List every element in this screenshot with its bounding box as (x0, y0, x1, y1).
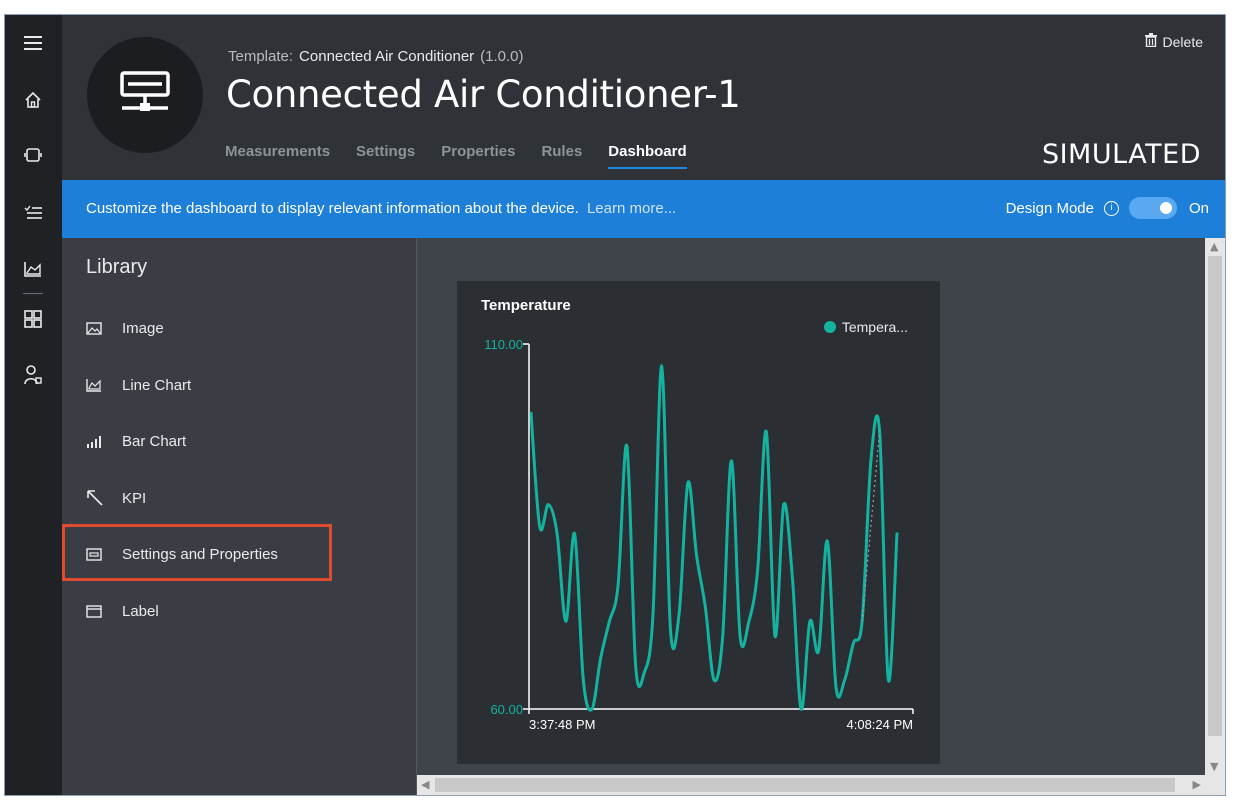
bar-chart-icon (86, 435, 108, 448)
y-tick-label: 60.00 (490, 702, 523, 717)
temperature-chart-tile[interactable]: Temperature Tempera... 110.00 60.00 3:37… (457, 281, 940, 764)
home-icon[interactable] (21, 88, 45, 112)
library-item-settings-properties[interactable]: Settings and Properties (86, 542, 278, 566)
library-item-label: Line Chart (122, 376, 192, 394)
dashboard-canvas[interactable]: Temperature Tempera... 110.00 60.00 3:37… (417, 238, 1225, 795)
line-chart-icon (86, 378, 108, 392)
design-mode-banner: Customize the dashboard to display relev… (62, 180, 1225, 238)
tab-rules[interactable]: Rules (541, 143, 582, 169)
library-title: Library (86, 256, 148, 278)
device-avatar (87, 37, 203, 153)
design-mode-label: Design Mode (1005, 199, 1094, 217)
tab-dashboard[interactable]: Dashboard (608, 143, 687, 169)
temperature-series-line[interactable] (529, 364, 899, 712)
library-item-kpi[interactable]: KPI (86, 486, 146, 510)
banner-text: Customize the dashboard to display relev… (86, 200, 579, 217)
library-item-label: Label (122, 602, 159, 620)
toggle-state-label: On (1188, 199, 1209, 217)
scroll-left-arrow[interactable]: ◀ (421, 778, 429, 791)
app-window: Template: Connected Air Conditioner (1.0.0… (4, 14, 1226, 796)
library-panel: Library Image Line Chart Bar Chart KPI S… (62, 238, 417, 795)
trash-icon (1144, 33, 1157, 50)
learn-more-link[interactable]: Learn more... (587, 200, 676, 217)
library-item-label: Bar Chart (122, 432, 187, 450)
x-tick-label: 4:08:24 PM (847, 717, 914, 732)
devices-icon[interactable] (21, 143, 45, 167)
device-template-icon (116, 70, 174, 121)
analytics-icon[interactable] (21, 257, 45, 281)
tab-settings[interactable]: Settings (356, 143, 415, 169)
vertical-scrollbar[interactable]: ▲ ▼ (1205, 238, 1225, 775)
library-item-image[interactable]: Image (86, 316, 164, 340)
delete-label: Delete (1162, 33, 1203, 50)
x-tick-label: 3:37:48 PM (529, 717, 596, 732)
library-item-label: Image (122, 319, 164, 337)
simulated-badge: SIMULATED (1041, 139, 1201, 170)
tab-measurements[interactable]: Measurements (225, 143, 330, 169)
vertical-scroll-thumb[interactable] (1208, 256, 1222, 736)
horizontal-scrollbar[interactable]: ◀ ▶ (417, 775, 1205, 795)
explorer-list-icon[interactable] (21, 201, 45, 225)
template-name[interactable]: Connected Air Conditioner (299, 48, 474, 65)
template-label: Template: (228, 48, 294, 65)
info-icon[interactable]: i (1103, 200, 1119, 216)
hamburger-menu-icon[interactable] (21, 31, 45, 55)
device-header: Template: Connected Air Conditioner (1.0.0… (62, 15, 1225, 180)
library-item-label: KPI (122, 489, 147, 507)
scroll-corner (1205, 775, 1225, 795)
horizontal-scroll-thumb[interactable] (435, 778, 1175, 792)
y-tick-label: 110.00 (484, 337, 523, 352)
image-icon (86, 321, 108, 335)
design-mode-control: Design Mode i On (1006, 197, 1209, 219)
design-mode-toggle[interactable] (1128, 197, 1177, 219)
scroll-down-arrow[interactable]: ▼ (1210, 760, 1218, 773)
library-item-line-chart[interactable]: Line Chart (86, 373, 191, 397)
template-info: Template: Connected Air Conditioner (1.0.0… (228, 48, 524, 65)
delete-button[interactable]: Delete (1144, 33, 1203, 50)
scroll-up-arrow[interactable]: ▲ (1210, 240, 1218, 253)
banner-message: Customize the dashboard to display relev… (86, 200, 676, 217)
device-tabs: Measurements Settings Properties Rules D… (225, 143, 713, 169)
library-item-bar-chart[interactable]: Bar Chart (86, 429, 186, 453)
scroll-right-arrow[interactable]: ▶ (1193, 778, 1201, 791)
settings-properties-icon (86, 547, 108, 561)
device-title: Connected Air Conditioner-1 (226, 73, 741, 116)
tab-properties[interactable]: Properties (441, 143, 515, 169)
library-item-label: Settings and Properties (122, 545, 278, 563)
chart-plot: 110.00 60.00 3:37:48 PM 4:08:24 PM (484, 337, 914, 732)
kpi-arrow-icon (86, 490, 108, 506)
app-grid-icon[interactable] (21, 307, 45, 331)
rail-divider (23, 293, 43, 294)
toggle-knob (1159, 202, 1172, 214)
library-item-label-widget[interactable]: Label (86, 599, 159, 623)
label-icon (86, 604, 108, 618)
left-nav-rail (5, 15, 62, 795)
template-version: (1.0.0) (480, 48, 524, 65)
users-icon[interactable] (21, 363, 45, 387)
